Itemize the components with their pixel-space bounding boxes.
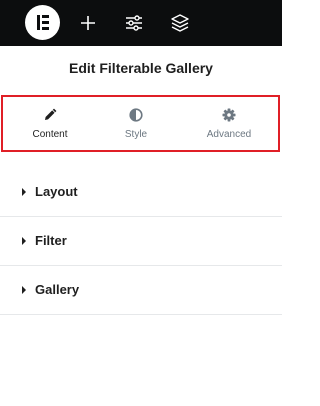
tab-advanced-label: Advanced	[206, 129, 252, 140]
tab-bar: Content Style Advanced	[1, 95, 280, 152]
caret-right-icon	[22, 286, 26, 294]
tab-content-label: Content	[32, 129, 68, 140]
section-label: Layout	[35, 184, 78, 199]
tab-content[interactable]: Content	[5, 107, 95, 140]
tab-advanced[interactable]: Advanced	[184, 107, 274, 140]
caret-right-icon	[22, 237, 26, 245]
section-list: Layout Filter Gallery	[0, 168, 282, 315]
section-gallery[interactable]: Gallery	[0, 266, 282, 315]
pencil-icon	[5, 107, 95, 123]
tab-style-label: Style	[124, 129, 148, 140]
gear-icon	[184, 107, 274, 123]
half-circle-icon	[91, 107, 181, 123]
panel-title: Edit Filterable Gallery	[69, 60, 213, 76]
section-label: Filter	[35, 233, 67, 248]
sliders-icon[interactable]	[124, 13, 144, 33]
caret-right-icon	[22, 188, 26, 196]
plus-icon[interactable]	[78, 13, 98, 33]
layers-icon[interactable]	[170, 13, 190, 33]
section-label: Gallery	[35, 282, 80, 297]
tab-style[interactable]: Style	[91, 107, 181, 140]
section-filter[interactable]: Filter	[0, 217, 282, 266]
section-layout[interactable]: Layout	[0, 168, 282, 217]
elementor-logo-icon[interactable]	[25, 5, 60, 40]
top-toolbar	[0, 0, 282, 46]
